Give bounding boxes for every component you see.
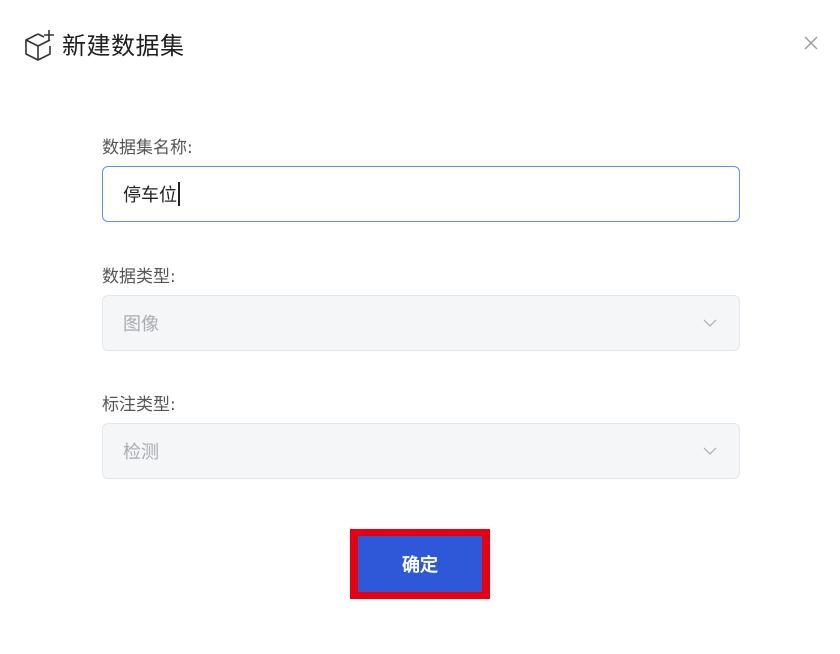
chevron-down-icon	[703, 447, 717, 455]
chevron-down-icon	[703, 319, 717, 327]
data-type-value: 图像	[123, 314, 159, 335]
dataset-name-value: 停车位	[123, 185, 177, 206]
confirm-button[interactable]: 确定	[358, 536, 482, 592]
confirm-button-highlight: 确定	[350, 529, 490, 599]
annotation-type-select[interactable]: 检测	[102, 423, 740, 479]
data-type-select[interactable]: 图像	[102, 295, 740, 351]
annotation-type-value: 检测	[123, 442, 159, 463]
close-icon[interactable]	[802, 34, 820, 52]
dialog-title: 新建数据集	[62, 32, 185, 60]
data-type-label: 数据类型:	[102, 267, 176, 287]
cube-plus-icon	[25, 30, 54, 61]
new-dataset-dialog: 新建数据集 数据集名称: 停车位 数据类型: 图像 标注类型: 检测 确定	[0, 0, 840, 654]
dataset-name-label: 数据集名称:	[102, 138, 193, 158]
dataset-name-input[interactable]: 停车位	[102, 166, 740, 222]
text-caret	[178, 182, 180, 206]
dialog-header: 新建数据集	[22, 26, 185, 66]
annotation-type-label: 标注类型:	[102, 395, 176, 415]
